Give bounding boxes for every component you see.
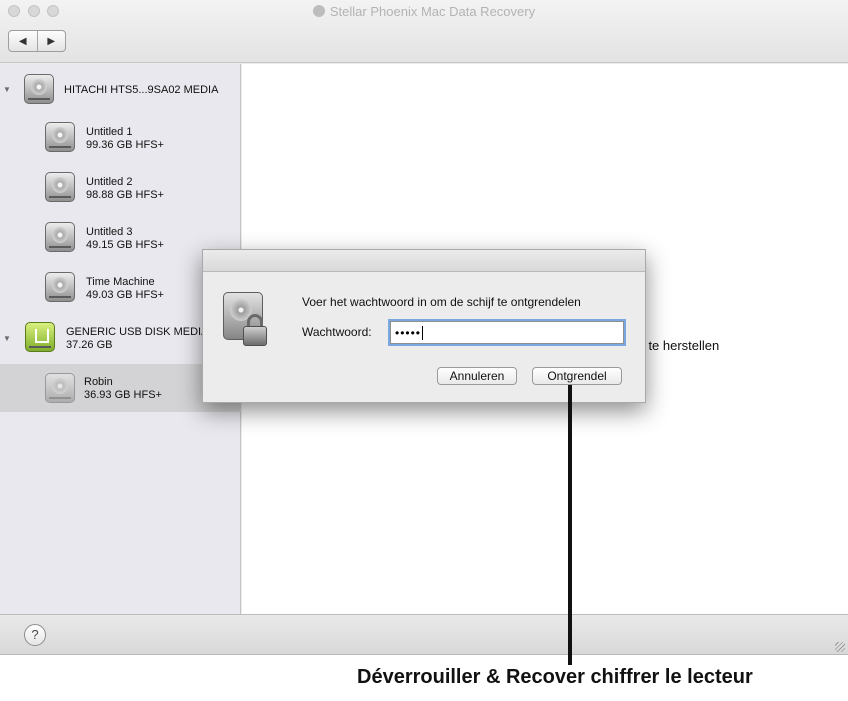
- callout-caption: Déverrouiller & Recover chiffrer le lect…: [357, 666, 753, 688]
- volume-row-untitled-2[interactable]: Untitled 2 98.88 GB HFS+: [0, 164, 241, 212]
- volume-size: 36.93 GB HFS+: [84, 389, 162, 401]
- drive-name: HITACHI HTS5...9SA02 MEDIA: [64, 84, 219, 96]
- back-arrow-icon: ◀: [18, 35, 27, 47]
- forward-arrow-icon: ▶: [47, 35, 56, 47]
- volume-icon: [45, 272, 75, 302]
- password-input[interactable]: •••••: [390, 321, 624, 344]
- volume-name: Time Machine: [86, 276, 155, 288]
- cancel-button[interactable]: Annuleren: [437, 367, 517, 385]
- password-value: •••••: [395, 325, 422, 340]
- volume-icon: [45, 222, 75, 252]
- volume-name: Untitled 2: [86, 176, 133, 188]
- volume-name: Untitled 3: [86, 226, 133, 238]
- window-title: Stellar Phoenix Mac Data Recovery: [329, 4, 536, 19]
- volume-icon: [45, 172, 75, 202]
- back-button[interactable]: ◀: [9, 31, 37, 51]
- nav-button-group: ◀ ▶: [8, 30, 66, 52]
- app-logo-icon: [312, 5, 325, 17]
- forward-button[interactable]: ▶: [36, 31, 66, 51]
- callout-pointer-line: [568, 385, 572, 665]
- volume-size: 99.36 GB HFS+: [86, 139, 164, 151]
- resize-grip-icon[interactable]: [835, 642, 845, 652]
- help-button[interactable]: ?: [24, 624, 46, 646]
- window-title-wrap: Stellar Phoenix Mac Data Recovery: [0, 4, 848, 19]
- hard-drive-icon: [24, 74, 54, 104]
- drive-name: GENERIC USB DISK MEDIA: [66, 326, 209, 338]
- drive-row-hitachi[interactable]: ▼ HITACHI HTS5...9SA02 MEDIA: [0, 66, 241, 114]
- volume-size: 98.88 GB HFS+: [86, 189, 164, 201]
- volume-icon: [45, 122, 75, 152]
- unlock-button[interactable]: Ontgrendel: [532, 367, 622, 385]
- volume-size: 49.03 GB HFS+: [86, 289, 164, 301]
- locked-drive-icon: [223, 292, 267, 348]
- volume-name: Robin: [84, 376, 113, 388]
- password-label: Wachtwoord:: [302, 325, 372, 339]
- titlebar: Stellar Phoenix Mac Data Recovery ◀ ▶: [0, 0, 848, 63]
- volume-size: 49.15 GB HFS+: [86, 239, 164, 251]
- text-caret: [422, 325, 424, 340]
- usb-drive-icon: [25, 322, 55, 352]
- volume-name: Untitled 1: [86, 126, 133, 138]
- app-window: Stellar Phoenix Mac Data Recovery ◀ ▶ ▼ …: [0, 0, 848, 655]
- unlock-dialog: Voer het wachtwoord in om de schijf te o…: [202, 249, 646, 403]
- disclosure-triangle-icon[interactable]: ▼: [3, 334, 11, 343]
- volume-row-untitled-1[interactable]: Untitled 1 99.36 GB HFS+: [0, 114, 241, 162]
- drive-size: 37.26 GB: [66, 339, 113, 351]
- dialog-titlebar: [203, 250, 645, 272]
- content-instruction-text: m te herstellen: [634, 338, 720, 353]
- dialog-message: Voer het wachtwoord in om de schijf te o…: [302, 295, 581, 309]
- padlock-body-shape: [243, 326, 267, 346]
- volume-icon: [45, 373, 75, 403]
- disclosure-triangle-icon[interactable]: ▼: [3, 85, 11, 94]
- status-bar: ?: [0, 614, 848, 654]
